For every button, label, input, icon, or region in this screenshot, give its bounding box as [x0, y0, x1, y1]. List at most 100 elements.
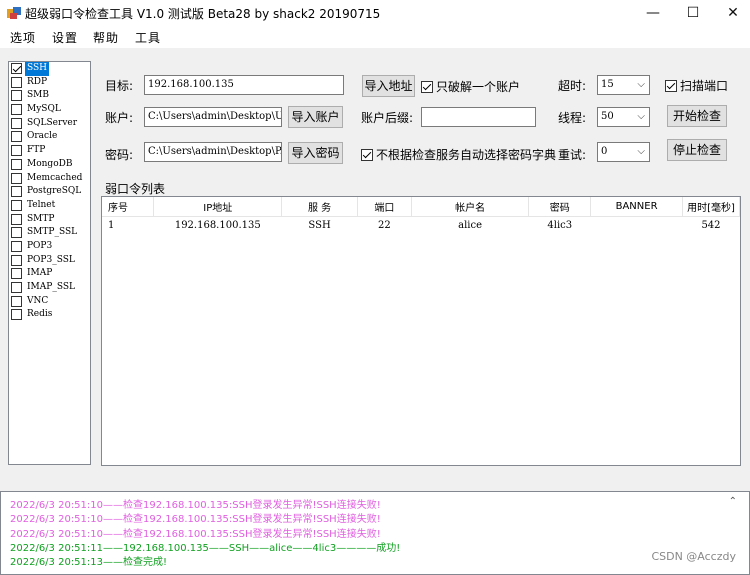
checkbox-icon[interactable] [11, 213, 22, 225]
protocol-item-memcached[interactable]: Memcached [9, 172, 90, 186]
protocol-label: Redis [27, 309, 53, 320]
table-cell [591, 216, 683, 234]
menu-settings[interactable]: 设置 [52, 29, 78, 46]
checkbox-checked-icon [421, 81, 433, 93]
protocol-item-mongodb[interactable]: MongoDB [9, 158, 90, 172]
protocol-label: SMTP [27, 213, 55, 224]
protocol-label: IMAP_SSL [27, 282, 75, 292]
column-header[interactable]: 密码 [528, 197, 592, 217]
log-line: 2022/6/3 20:51:11——192.168.100.135——SSH—… [10, 542, 401, 554]
checkbox-icon[interactable] [11, 172, 22, 184]
checkbox-icon[interactable] [11, 104, 22, 116]
protocol-item-smb[interactable]: SMB [9, 89, 90, 103]
log-line: 2022/6/3 20:51:10——检查192.168.100.135:SSH… [10, 500, 381, 511]
protocol-checklist[interactable]: SSH RDP SMB MySQL SQLServer Oracle FTP MongoDB M… [8, 61, 91, 465]
password-label: 密码: [105, 148, 134, 162]
protocol-label: SMTP_SSL [27, 227, 78, 238]
retry-select[interactable]: 0 ⌵ [597, 142, 650, 162]
checkbox-icon[interactable] [11, 227, 22, 239]
table-cell: SSH [308, 219, 331, 231]
target-input[interactable]: 192.168.100.135 [144, 75, 344, 95]
protocol-item-telnet[interactable]: Telnet [9, 199, 90, 213]
menu-tools[interactable]: 工具 [135, 29, 161, 46]
checkbox-icon[interactable] [11, 254, 22, 266]
protocol-item-imap-ssl[interactable]: IMAP_SSL [9, 281, 90, 295]
column-header[interactable]: 帐户名 [411, 197, 530, 217]
threads-value: 50 [601, 111, 614, 122]
protocol-label: POP3 [27, 240, 53, 251]
retry-value: 0 [601, 146, 608, 157]
menu-options[interactable]: 选项 [10, 29, 36, 46]
checkbox-icon[interactable] [11, 199, 22, 211]
protocol-item-smtp[interactable]: SMTP [9, 213, 90, 227]
protocol-item-vnc[interactable]: VNC [9, 295, 90, 309]
close-button[interactable]: ✕ [710, 0, 750, 26]
import-password-button[interactable]: 导入密码 [288, 142, 343, 164]
chevron-down-icon: ⌵ [637, 79, 645, 90]
column-header[interactable]: 用时[毫秒] [682, 197, 741, 217]
column-header[interactable]: IP地址 [153, 197, 283, 217]
protocol-item-postgresql[interactable]: PostgreSQL [9, 185, 90, 199]
checkbox-icon[interactable] [11, 117, 22, 129]
crack-one-account-checkbox[interactable]: 只破解一个账户 [421, 78, 520, 95]
retry-label: 重试: [558, 148, 587, 162]
no-auto-dict-checkbox[interactable]: 不根据检查服务自动选择密码字典 [361, 146, 556, 163]
table-cell: 1 [108, 219, 115, 231]
checkbox-icon[interactable] [11, 240, 22, 252]
checkbox-icon[interactable] [11, 76, 22, 88]
table-cell: alice [458, 219, 483, 231]
table-cell: 542 [701, 219, 721, 231]
scan-port-checkbox[interactable]: 扫描端口 [665, 77, 728, 94]
checkbox-icon[interactable] [11, 90, 22, 102]
checkbox-icon[interactable] [11, 282, 22, 293]
column-header[interactable]: 序号 [102, 197, 155, 217]
account-suffix-input[interactable] [421, 107, 536, 127]
weak-password-list-title: 弱口令列表 [105, 182, 166, 196]
password-file-input[interactable]: C:\Users\admin\Desktop\P.t [144, 142, 282, 162]
log-line: 2022/6/3 20:51:10——检查192.168.100.135:SSH… [10, 514, 381, 526]
protocol-item-pop3-ssl[interactable]: POP3_SSL [9, 254, 90, 268]
scroll-up-arrow-icon[interactable]: ⌃ [729, 496, 737, 507]
checkbox-icon[interactable] [11, 295, 22, 307]
protocol-item-imap[interactable]: IMAP [9, 267, 90, 281]
table-cell: 4lic3 [547, 219, 573, 231]
column-header[interactable]: BANNER [590, 197, 683, 217]
import-account-button[interactable]: 导入账户 [288, 106, 343, 128]
account-file-input[interactable]: C:\Users\admin\Desktop\U.t [144, 107, 282, 127]
checkbox-icon[interactable] [11, 145, 22, 157]
checkbox-icon[interactable] [11, 131, 22, 143]
checkbox-icon[interactable] [11, 186, 22, 198]
protocol-label: Memcached [27, 172, 83, 183]
app-icon [7, 7, 21, 19]
checkbox-icon[interactable] [11, 268, 22, 280]
log-output[interactable]: ⌃ 2022/6/3 20:51:10——检查192.168.100.135:S… [0, 491, 750, 575]
protocol-item-ssh[interactable]: SSH [9, 62, 90, 76]
log-line: 2022/6/3 20:51:10——检查192.168.100.135:SSH… [10, 528, 381, 540]
start-check-button[interactable]: 开始检查 [667, 105, 727, 127]
table-row[interactable]: 1 192.168.100.135 SSH 22 alice 4lic3 542 [102, 216, 740, 234]
timeout-select[interactable]: 15 ⌵ [597, 75, 650, 95]
protocol-item-ftp[interactable]: FTP [9, 144, 90, 158]
protocol-item-redis[interactable]: Redis [9, 308, 90, 322]
checkbox-icon[interactable] [11, 158, 22, 170]
protocol-item-pop3[interactable]: POP3 [9, 240, 90, 254]
protocol-label: MongoDB [27, 158, 73, 169]
protocol-item-rdp[interactable]: RDP [9, 76, 90, 90]
protocol-item-oracle[interactable]: Oracle [9, 130, 90, 144]
protocol-label: FTP [27, 145, 46, 156]
log-line: 2022/6/3 20:51:13——检查完成! [10, 557, 168, 569]
protocol-item-sqlserver[interactable]: SQLServer [9, 117, 90, 131]
protocol-label: IMAP [27, 268, 53, 279]
chevron-down-icon: ⌵ [637, 111, 645, 122]
column-header[interactable]: 服 务 [281, 197, 358, 217]
stop-check-button[interactable]: 停止检查 [667, 139, 727, 161]
checkbox-icon[interactable] [11, 309, 22, 321]
protocol-item-mysql[interactable]: MySQL [9, 103, 90, 117]
protocol-item-smtp-ssl[interactable]: SMTP_SSL [9, 226, 90, 240]
import-address-button[interactable]: 导入地址 [362, 75, 415, 97]
results-grid[interactable]: 序号 IP地址服 务端口 帐户名 密码 BANNER 用时[毫秒] 1 192.168.10… [101, 196, 741, 466]
checkbox-checked-icon[interactable] [11, 63, 22, 74]
column-header[interactable]: 端口 [357, 197, 412, 217]
threads-select[interactable]: 50 ⌵ [597, 107, 650, 127]
menu-help[interactable]: 帮助 [93, 29, 119, 46]
